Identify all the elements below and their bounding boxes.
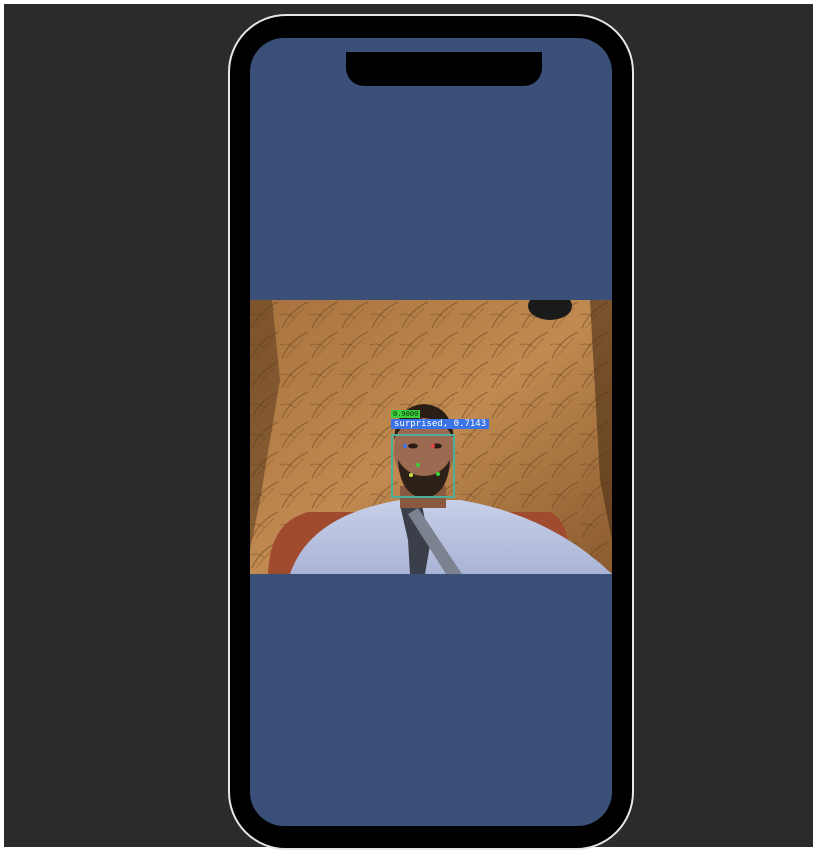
phone-screen: 0.9000 surprised, 0.7143 xyxy=(250,38,612,826)
emotion-label: surprised, 0.7143 xyxy=(391,419,490,429)
phone-frame: 0.9000 surprised, 0.7143 xyxy=(228,14,634,850)
right-eye-landmark xyxy=(431,444,435,448)
left-eye-landmark xyxy=(403,444,407,448)
nose-landmark xyxy=(416,463,420,467)
backdrop: 0.9000 surprised, 0.7143 xyxy=(4,4,813,850)
detection-score-label: 0.9000 xyxy=(391,410,421,418)
face-bounding-box-icon xyxy=(391,434,455,498)
camera-feed[interactable]: 0.9000 surprised, 0.7143 xyxy=(250,300,612,574)
phone-notch xyxy=(346,52,542,86)
phone-body: 0.9000 surprised, 0.7143 xyxy=(236,22,626,842)
right-mouth-landmark xyxy=(436,472,440,476)
left-mouth-landmark xyxy=(409,473,413,477)
